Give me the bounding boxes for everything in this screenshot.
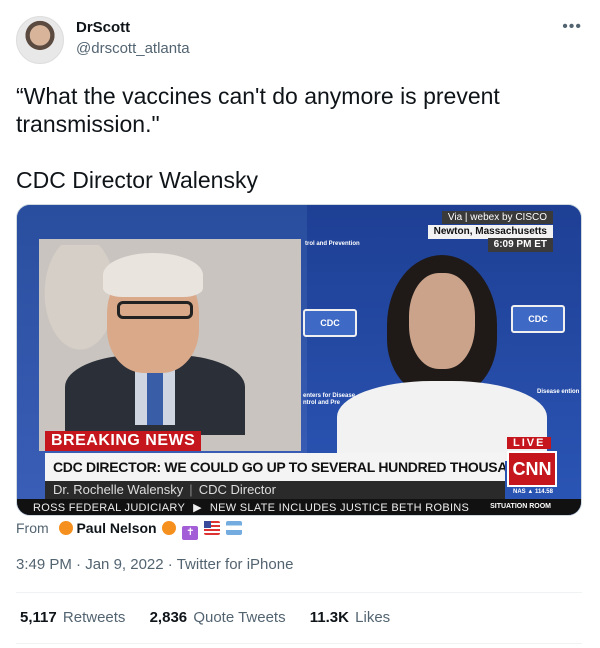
cdc-logo-icon: CDC (511, 305, 565, 333)
meta-dot: · (167, 556, 177, 573)
tweet-header: DrScott @drscott_atlanta ••• (16, 14, 584, 66)
video-source: From Paul Nelson ✝ (16, 520, 243, 540)
via-label: Via | webex by CISCO (441, 211, 553, 224)
author-handle[interactable]: @drscott_atlanta (76, 39, 190, 59)
chyron-headline: CDC DIRECTOR: WE COULD GO UP TO SEVERAL … (45, 453, 505, 481)
ticker-right: NEW SLATE INCLUDES JUSTICE BETH ROBINS (209, 502, 470, 514)
quotes-label: Quote Tweets (193, 609, 286, 626)
breaking-news-banner: BREAKING NEWS (45, 431, 202, 451)
guest-body (337, 381, 547, 461)
likes-count: 11.3K (309, 609, 349, 626)
source-user-link[interactable]: Paul Nelson (76, 520, 156, 536)
tweet-client[interactable]: Twitter for iPhone (177, 556, 294, 573)
retweets-stat[interactable]: 5,117 Retweets (20, 609, 125, 626)
backdrop-text: trol and Prevention (305, 241, 360, 247)
backdrop-text: Disease ention (537, 389, 580, 395)
tweet-text-line1: “What the vaccines can't do anymore is p… (16, 83, 500, 109)
cnn-logo-icon: CNN (507, 451, 557, 487)
broadcast-time: 6:09 PM ET (487, 238, 553, 252)
cross-emoji-icon: ✝ (182, 526, 199, 540)
ticker-left: ROSS FEDERAL JUDICIARY (33, 502, 186, 514)
cdc-logo-icon: CDC (303, 309, 357, 337)
tweet-text: “What the vaccines can't do anymore is p… (16, 82, 576, 138)
host-glasses (117, 301, 193, 319)
live-badge: LIVE (507, 437, 552, 449)
meta-dot: · (76, 556, 86, 573)
quotes-count: 2,836 (149, 609, 188, 626)
location-label: Newton, Massachusetts (427, 225, 553, 239)
retweets-label: Retweets (62, 609, 126, 626)
divider (16, 643, 582, 644)
argentina-flag-icon (226, 521, 243, 535)
tweet-meta: 3:49 PM · Jan 9, 2022 · Twitter for iPho… (16, 556, 293, 573)
nameplate: Dr. Rochelle Walensky | CDC Director (45, 481, 505, 499)
likes-stat[interactable]: 11.3K Likes (310, 609, 390, 626)
tweet-stats: 5,117 Retweets 2,836 Quote Tweets 11.3K … (20, 609, 410, 626)
video-thumbnail[interactable]: CDC CDC trol and Prevention enters for D… (16, 204, 582, 516)
likes-label: Likes (355, 609, 391, 626)
host-tie (147, 365, 163, 425)
divider (16, 592, 582, 593)
play-arrow-icon: ▶ (193, 502, 202, 514)
us-flag-icon (204, 521, 221, 535)
tweet-text-line2: transmission." (16, 111, 160, 137)
from-label: From (16, 520, 49, 536)
tweet-time[interactable]: 3:49 PM (16, 556, 72, 573)
tweet-attribution: CDC Director Walensky (16, 167, 258, 193)
retweets-count: 5,117 (20, 609, 57, 626)
tweet-date[interactable]: Jan 9, 2022 (85, 556, 163, 573)
author-display-name[interactable]: DrScott (76, 18, 190, 38)
author-names: DrScott @drscott_atlanta (76, 18, 190, 59)
orange-emoji-icon (58, 521, 73, 535)
quote-tweets-stat[interactable]: 2,836 Quote Tweets (150, 609, 286, 626)
host-hair (103, 253, 203, 297)
guest-name: Dr. Rochelle Walensky (53, 482, 184, 497)
guest-title: CDC Director (198, 482, 276, 497)
backdrop-text: enters for Disease ntrol and Pre (303, 393, 356, 406)
show-name: SITUATION ROOM (490, 503, 551, 510)
guest-face (409, 273, 475, 369)
nasdaq-ticker: NAS ▲ 114.58 (513, 489, 553, 495)
avatar[interactable] (16, 16, 64, 64)
orange-emoji-icon (162, 521, 177, 535)
ellipsis-icon[interactable]: ••• (562, 18, 582, 36)
